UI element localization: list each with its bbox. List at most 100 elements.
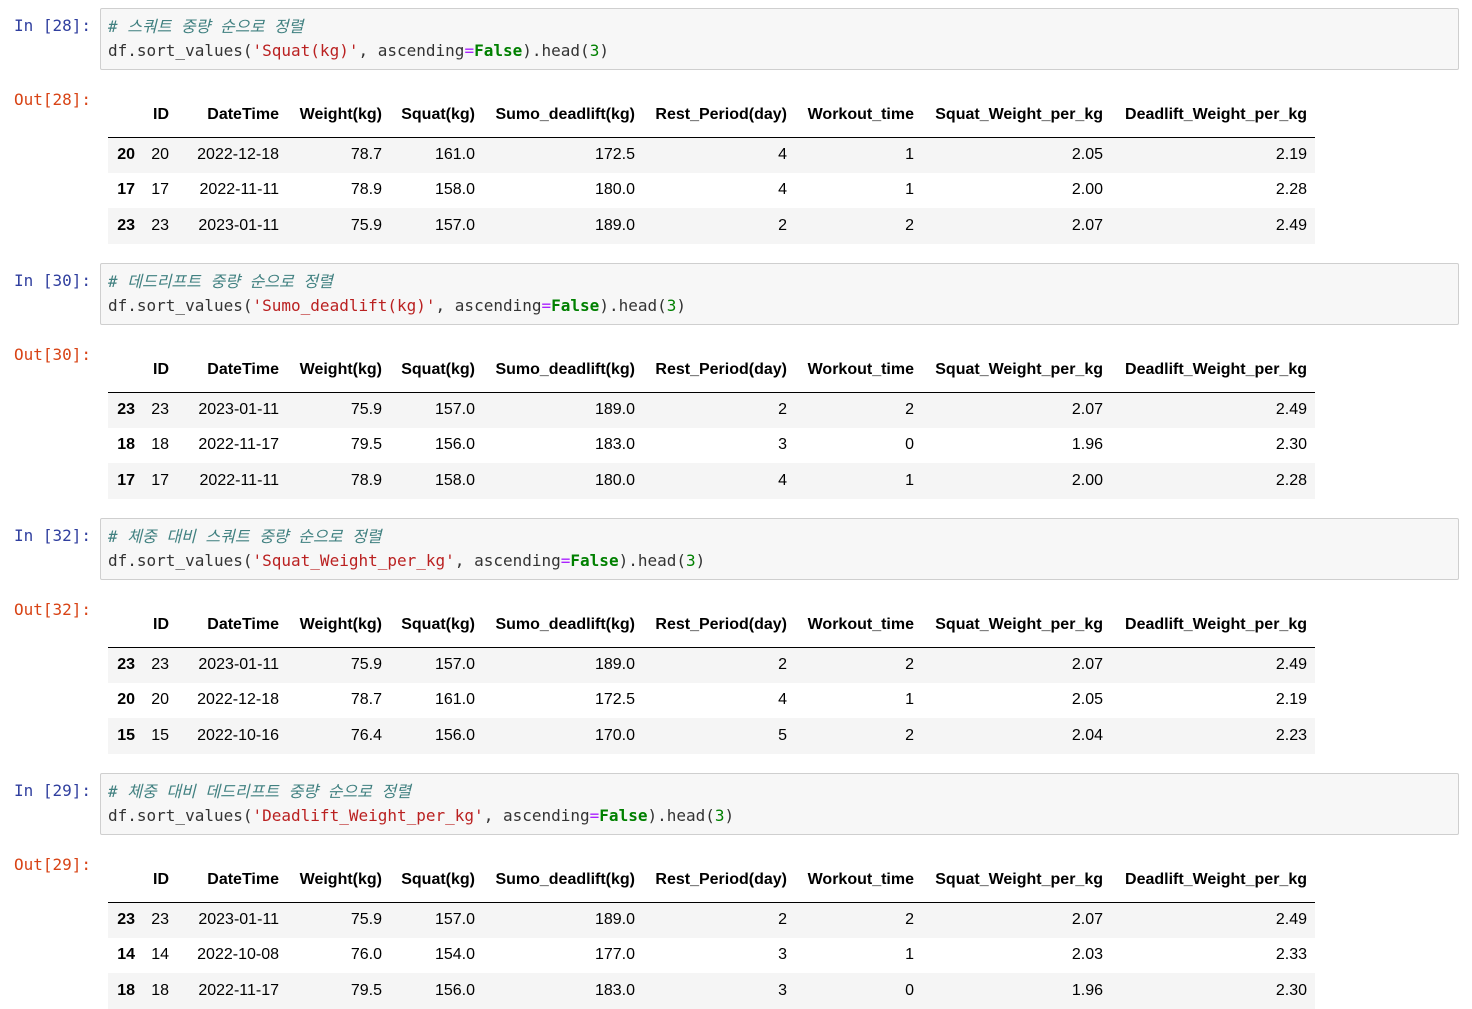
code-comment-line: # 체중 대비 데드리프트 중량 순으로 정렬 bbox=[108, 782, 411, 802]
code-string-argument: 'Squat_Weight_per_kg' bbox=[252, 551, 455, 570]
table-cell: 17 bbox=[151, 181, 169, 199]
table-row: 20 20 2022-12-18 78.7 161.0 172.5 4 1 2.05 2.19 bbox=[108, 137, 1315, 173]
table-body: 20 20 2022-12-18 78.7 161.0 172.5 4 1 2.05 2.19 17… bbox=[108, 137, 1315, 244]
table-cell: 75.9 bbox=[350, 216, 382, 234]
column-header: Weight(kg) bbox=[287, 858, 390, 903]
table-cell: 157.0 bbox=[434, 911, 475, 928]
table-cell: 2 bbox=[905, 216, 914, 234]
table-cell: 0 bbox=[905, 436, 914, 454]
table-cell: 2 bbox=[905, 911, 914, 928]
output-prompt: Out[30]: bbox=[14, 345, 92, 364]
table-cell: 157.0 bbox=[434, 401, 475, 418]
table-cell: 1 bbox=[905, 691, 914, 709]
row-index: 15 bbox=[117, 726, 135, 744]
table-cell: 2022-10-08 bbox=[197, 946, 279, 964]
row-index: 18 bbox=[117, 981, 135, 999]
table-cell: 189.0 bbox=[594, 911, 635, 928]
row-index: 17 bbox=[117, 471, 135, 489]
index-header bbox=[108, 348, 143, 393]
table-cell: 23 bbox=[151, 656, 169, 673]
table-cell: 2.49 bbox=[1275, 656, 1307, 673]
table-cell: 79.5 bbox=[350, 981, 382, 999]
table-cell: 4 bbox=[778, 691, 787, 709]
table-cell: 2023-01-11 bbox=[198, 401, 279, 418]
row-index: 17 bbox=[117, 181, 135, 199]
column-header: Squat(kg) bbox=[390, 858, 483, 903]
table-cell: 158.0 bbox=[434, 471, 475, 489]
table-cell: 2.07 bbox=[1071, 216, 1103, 234]
table-cell: 20 bbox=[151, 146, 169, 163]
column-header: Deadlift_Weight_per_kg bbox=[1111, 858, 1315, 903]
code-input-area[interactable]: # 체중 대비 스쿼트 중량 순으로 정렬 df.sort_values('Sq… bbox=[100, 518, 1459, 580]
table-body: 23 23 2023-01-11 75.9 157.0 189.0 2 2 2.07 2.49 18… bbox=[108, 392, 1315, 499]
dataframe-table: ID DateTime Weight(kg) Squat(kg) Sumo_deadli… bbox=[108, 858, 1315, 1009]
output-area: ID DateTime Weight(kg) Squat(kg) Sumo_deadli… bbox=[108, 603, 1315, 754]
column-header: Deadlift_Weight_per_kg bbox=[1111, 348, 1315, 393]
code-input-area[interactable]: # 데드리프트 중량 순으로 정렬 df.sort_values('Sumo_d… bbox=[100, 263, 1459, 325]
code-statement-line: df.sort_values('Squat_Weight_per_kg', as… bbox=[108, 551, 705, 571]
column-header: Weight(kg) bbox=[287, 348, 390, 393]
code-comment: # 데드리프트 중량 순으로 정렬 bbox=[108, 272, 333, 291]
code-number: 3 bbox=[666, 296, 677, 315]
code-closing-paren: ) bbox=[695, 551, 706, 570]
table-cell: 2022-12-18 bbox=[197, 146, 279, 163]
dataframe-table: ID DateTime Weight(kg) Squat(kg) Sumo_deadli… bbox=[108, 93, 1315, 244]
code-closing-paren: ) bbox=[676, 296, 687, 315]
table-cell: 158.0 bbox=[434, 181, 475, 199]
table-header: ID DateTime Weight(kg) Squat(kg) Sumo_deadli… bbox=[108, 858, 1315, 903]
column-header: Sumo_deadlift(kg) bbox=[483, 348, 643, 393]
table-cell: 154.0 bbox=[434, 946, 475, 964]
code-number: 3 bbox=[589, 41, 600, 60]
table-cell: 4 bbox=[778, 471, 787, 489]
table-cell: 76.0 bbox=[350, 946, 382, 964]
table-cell: 189.0 bbox=[594, 216, 635, 234]
table-row: 18 18 2022-11-17 79.5 156.0 183.0 3 0 1.96 2.30 bbox=[108, 973, 1315, 1009]
table-cell: 78.7 bbox=[350, 146, 382, 163]
table-cell: 17 bbox=[151, 471, 169, 489]
table-cell: 2 bbox=[778, 656, 787, 673]
column-header: Rest_Period(day) bbox=[643, 858, 795, 903]
column-header: Rest_Period(day) bbox=[643, 348, 795, 393]
table-header: ID DateTime Weight(kg) Squat(kg) Sumo_deadli… bbox=[108, 603, 1315, 648]
input-prompt: In [30]: bbox=[14, 271, 92, 290]
code-boolean: False bbox=[474, 41, 523, 60]
table-cell: 23 bbox=[151, 401, 169, 418]
table-cell: 2 bbox=[778, 216, 787, 234]
table-cell: 2.05 bbox=[1071, 691, 1103, 709]
code-number: 3 bbox=[714, 806, 725, 825]
table-row: 23 23 2023-01-11 75.9 157.0 189.0 2 2 2.07 2.49 bbox=[108, 902, 1315, 938]
table-cell: 15 bbox=[151, 726, 169, 744]
table-header: ID DateTime Weight(kg) Squat(kg) Sumo_deadli… bbox=[108, 93, 1315, 138]
code-input-area[interactable]: # 스쿼트 중량 순으로 정렬 df.sort_values('Squat(kg… bbox=[100, 8, 1459, 70]
column-header: DateTime bbox=[177, 93, 287, 138]
table-cell: 180.0 bbox=[594, 181, 635, 199]
code-input-area[interactable]: # 체중 대비 데드리프트 중량 순으로 정렬 df.sort_values('… bbox=[100, 773, 1459, 835]
row-index: 18 bbox=[117, 436, 135, 454]
code-comment: # 체중 대비 스쿼트 중량 순으로 정렬 bbox=[108, 527, 382, 546]
code-comment: # 스쿼트 중량 순으로 정렬 bbox=[108, 17, 304, 36]
column-header: Weight(kg) bbox=[287, 93, 390, 138]
table-cell: 2.19 bbox=[1275, 691, 1307, 709]
table-cell: 2.07 bbox=[1071, 656, 1103, 673]
table-cell: 156.0 bbox=[434, 981, 475, 999]
column-header: Squat_Weight_per_kg bbox=[922, 348, 1111, 393]
code-closing-paren: ) bbox=[724, 806, 735, 825]
table-cell: 2022-11-11 bbox=[199, 181, 279, 199]
column-header: ID bbox=[143, 858, 177, 903]
table-cell: 18 bbox=[151, 981, 169, 999]
table-cell: 2023-01-11 bbox=[198, 911, 279, 928]
column-header: Squat_Weight_per_kg bbox=[922, 93, 1111, 138]
column-header: Rest_Period(day) bbox=[643, 603, 795, 648]
table-cell: 2.30 bbox=[1275, 436, 1307, 454]
table-cell: 161.0 bbox=[434, 146, 475, 163]
code-boolean: False bbox=[599, 806, 648, 825]
table-cell: 157.0 bbox=[434, 216, 475, 234]
column-header: DateTime bbox=[177, 603, 287, 648]
header-row: ID DateTime Weight(kg) Squat(kg) Sumo_deadli… bbox=[108, 348, 1315, 393]
table-cell: 2.05 bbox=[1071, 146, 1103, 163]
table-cell: 2.33 bbox=[1275, 946, 1307, 964]
table-cell: 78.7 bbox=[350, 691, 382, 709]
table-cell: 183.0 bbox=[594, 981, 635, 999]
column-header: Squat(kg) bbox=[390, 93, 483, 138]
column-header: Squat(kg) bbox=[390, 603, 483, 648]
